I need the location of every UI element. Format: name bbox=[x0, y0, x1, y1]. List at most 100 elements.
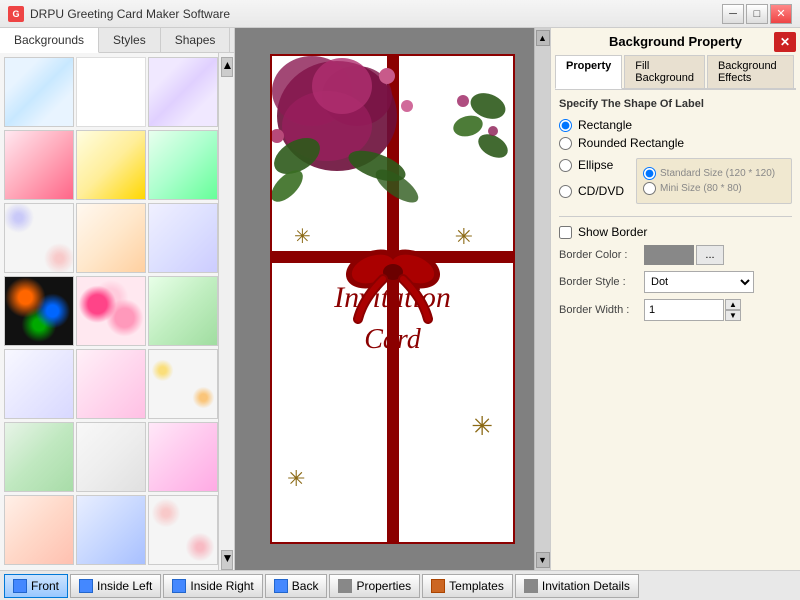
standard-size-radio[interactable] bbox=[643, 167, 656, 180]
bg-item-10[interactable] bbox=[4, 276, 74, 346]
inside-left-button[interactable]: Inside Left bbox=[70, 574, 161, 598]
invitation-details-icon bbox=[524, 579, 538, 593]
shape-cddvd-item[interactable]: CD/DVD bbox=[559, 184, 624, 198]
border-width-row: Border Width : ▲ ▼ bbox=[559, 299, 792, 321]
ellipse-radio[interactable] bbox=[559, 159, 572, 172]
ellipse-label: Ellipse bbox=[578, 158, 613, 172]
bg-item-7[interactable] bbox=[4, 203, 74, 273]
front-button[interactable]: Front bbox=[4, 574, 68, 598]
right-panel-header: Background Property ✕ bbox=[551, 28, 800, 55]
border-color-dots-button[interactable]: ... bbox=[696, 245, 724, 265]
mini-size-radio[interactable] bbox=[643, 182, 656, 195]
bg-item-3[interactable] bbox=[148, 57, 218, 127]
border-color-label: Border Color : bbox=[559, 249, 644, 261]
card-canvas: ✳ ✳ ✳ ✳ bbox=[270, 54, 515, 544]
bg-item-16[interactable] bbox=[4, 422, 74, 492]
starburst-top-left: ✳ bbox=[294, 224, 311, 249]
properties-label: Properties bbox=[356, 579, 411, 593]
left-panel: Backgrounds Styles Shapes bbox=[0, 28, 235, 570]
border-style-row: Border Style : Dot Solid Dash DashDot bbox=[559, 271, 792, 293]
card-flower-decoration bbox=[270, 54, 437, 246]
show-border-label: Show Border bbox=[578, 225, 647, 239]
title-bar: G DRPU Greeting Card Maker Software ─ □ … bbox=[0, 0, 800, 28]
bg-item-8[interactable] bbox=[76, 203, 146, 273]
card-bow bbox=[343, 244, 443, 324]
title-bar-left: G DRPU Greeting Card Maker Software bbox=[8, 6, 230, 22]
tab-background-effects[interactable]: Background Effects bbox=[707, 55, 794, 88]
properties-button[interactable]: Properties bbox=[329, 574, 420, 598]
spin-up-button[interactable]: ▲ bbox=[725, 299, 741, 310]
bg-item-18[interactable] bbox=[148, 422, 218, 492]
invitation-details-label: Invitation Details bbox=[542, 579, 630, 593]
tab-styles[interactable]: Styles bbox=[99, 28, 161, 52]
card-text-card: Card bbox=[272, 324, 513, 356]
bg-item-6[interactable] bbox=[148, 130, 218, 200]
back-button[interactable]: Back bbox=[265, 574, 328, 598]
rectangle-radio[interactable] bbox=[559, 119, 572, 132]
shape-ellipse-item[interactable]: Ellipse bbox=[559, 158, 624, 172]
divider-1 bbox=[559, 216, 792, 217]
rectangle-label: Rectangle bbox=[578, 118, 632, 132]
shape-radio-group: Rectangle Rounded Rectangle Ellipse bbox=[559, 118, 792, 208]
border-width-input[interactable] bbox=[644, 299, 724, 321]
left-scrollbar[interactable]: ▲ ▼ bbox=[218, 53, 234, 570]
app-icon: G bbox=[8, 6, 24, 22]
cddvd-label: CD/DVD bbox=[578, 184, 624, 198]
canvas-scrollbar[interactable]: ▲ ▼ bbox=[534, 28, 550, 570]
bg-item-11[interactable] bbox=[76, 276, 146, 346]
tab-property[interactable]: Property bbox=[555, 55, 622, 89]
panel-title: Background Property bbox=[609, 34, 742, 49]
show-border-checkbox[interactable] bbox=[559, 226, 572, 239]
border-color-swatch[interactable] bbox=[644, 245, 694, 265]
border-width-label: Border Width : bbox=[559, 304, 644, 316]
standard-size-item[interactable]: Standard Size (120 * 120) bbox=[643, 167, 785, 180]
minimize-button[interactable]: ─ bbox=[722, 4, 744, 24]
spin-down-button[interactable]: ▼ bbox=[725, 310, 741, 321]
bg-item-12[interactable] bbox=[148, 276, 218, 346]
close-button[interactable]: ✕ bbox=[770, 4, 792, 24]
invitation-details-button[interactable]: Invitation Details bbox=[515, 574, 639, 598]
back-label: Back bbox=[292, 579, 319, 593]
bg-item-4[interactable] bbox=[4, 130, 74, 200]
starburst-bottom-left: ✳ bbox=[287, 466, 305, 492]
templates-button[interactable]: Templates bbox=[422, 574, 513, 598]
panel-close-button[interactable]: ✕ bbox=[774, 32, 796, 52]
bg-item-5[interactable] bbox=[76, 130, 146, 200]
inside-right-button[interactable]: Inside Right bbox=[163, 574, 262, 598]
rounded-rect-label: Rounded Rectangle bbox=[578, 136, 684, 150]
inside-right-icon bbox=[172, 579, 186, 593]
bg-item-13[interactable] bbox=[4, 349, 74, 419]
right-panel: Background Property ✕ Property Fill Back… bbox=[550, 28, 800, 570]
window-controls: ─ □ ✕ bbox=[722, 4, 792, 24]
border-style-label: Border Style : bbox=[559, 276, 644, 288]
bg-item-21[interactable] bbox=[148, 495, 218, 565]
inside-right-label: Inside Right bbox=[190, 579, 253, 593]
bg-item-19[interactable] bbox=[4, 495, 74, 565]
mini-size-item[interactable]: Mini Size (80 * 80) bbox=[643, 182, 785, 195]
rounded-rect-radio[interactable] bbox=[559, 137, 572, 150]
cddvd-radio[interactable] bbox=[559, 185, 572, 198]
inside-left-icon bbox=[79, 579, 93, 593]
bg-item-20[interactable] bbox=[76, 495, 146, 565]
tab-shapes[interactable]: Shapes bbox=[161, 28, 231, 52]
front-icon bbox=[13, 579, 27, 593]
backgrounds-grid bbox=[0, 53, 218, 570]
maximize-button[interactable]: □ bbox=[746, 4, 768, 24]
shape-label: Specify The Shape Of Label bbox=[559, 98, 792, 110]
shape-rounded-rect-item[interactable]: Rounded Rectangle bbox=[559, 136, 792, 150]
tab-backgrounds[interactable]: Backgrounds bbox=[0, 28, 99, 53]
bg-item-17[interactable] bbox=[76, 422, 146, 492]
border-style-select[interactable]: Dot Solid Dash DashDot bbox=[644, 271, 754, 293]
bg-item-15[interactable] bbox=[148, 349, 218, 419]
bg-item-2[interactable] bbox=[76, 57, 146, 127]
templates-label: Templates bbox=[449, 579, 504, 593]
bg-item-1[interactable] bbox=[4, 57, 74, 127]
shape-rectangle-item[interactable]: Rectangle bbox=[559, 118, 792, 132]
bg-item-9[interactable] bbox=[148, 203, 218, 273]
bg-item-14[interactable] bbox=[76, 349, 146, 419]
starburst-bottom-right: ✳ bbox=[471, 411, 493, 442]
front-label: Front bbox=[31, 579, 59, 593]
border-width-input-group: ▲ ▼ bbox=[644, 299, 741, 321]
tab-fill-background[interactable]: Fill Background bbox=[624, 55, 705, 88]
property-content: Specify The Shape Of Label Rectangle Rou… bbox=[551, 90, 800, 570]
